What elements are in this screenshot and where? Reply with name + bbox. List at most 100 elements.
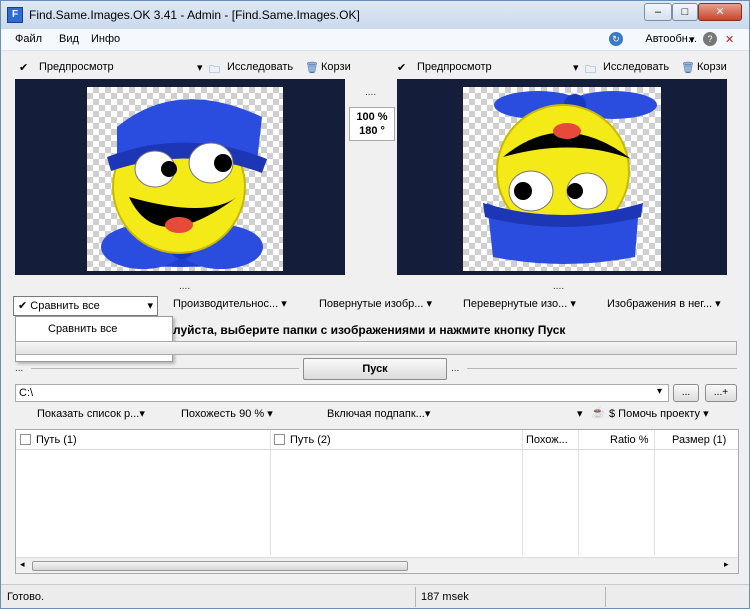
menu-info[interactable]: Инфо	[91, 33, 120, 45]
compare-all-check-icon: ✔	[18, 300, 28, 312]
select-all-path1-checkbox[interactable]	[20, 434, 31, 445]
right-splitter-dots[interactable]: ....	[553, 281, 564, 292]
start-left-dots: ...	[15, 363, 24, 374]
right-preview-image	[463, 87, 661, 271]
scrollbar-thumb[interactable]	[32, 561, 408, 571]
autoupdate-chevron-icon[interactable]: ▾	[689, 33, 695, 46]
instruction-message: луйста, выберите папки с изображениями и…	[173, 323, 566, 337]
help-project-dropdown[interactable]: $ Помочь проекту ▾	[609, 407, 709, 420]
mode-negative-label: Изображения в нег...	[607, 298, 713, 310]
start-right-dots: ...	[451, 363, 460, 374]
scroll-right-icon[interactable]: ▸	[724, 559, 729, 570]
menu-file[interactable]: Файл	[15, 33, 42, 45]
similarity-dropdown[interactable]: Похожесть 90 % ▾	[181, 407, 273, 420]
app-icon: F	[7, 7, 23, 23]
start-left-line	[31, 368, 299, 369]
column-similarity[interactable]: Похож...	[526, 434, 568, 446]
minimize-button[interactable]: –	[644, 3, 672, 21]
left-trash-button[interactable]: Корзи	[321, 61, 351, 73]
column-size1[interactable]: Размер (1)	[672, 434, 726, 446]
help-chevron-icon[interactable]: ▾	[577, 407, 583, 420]
browse-button[interactable]: ...	[673, 384, 699, 402]
table-header: Путь (1) Путь (2) Похож... Ratio % Разме…	[16, 430, 738, 450]
left-preview-panel	[15, 79, 345, 275]
compare-dots: ....	[365, 87, 377, 98]
compare-info-box: 100 % 180 °	[349, 107, 395, 141]
zoom-value: 100 %	[356, 111, 388, 123]
status-bar: Готово. 187 msek	[1, 584, 749, 608]
mode-options-row: Производительнос... ▾ Повернутые изобр..…	[173, 297, 739, 317]
title-bar: F Find.Same.Images.OK 3.41 - Admin - [Fi…	[1, 1, 749, 29]
path-input[interactable]: C:\	[15, 384, 669, 402]
smiley-hat-image	[101, 99, 267, 269]
compare-all-chevron-icon: ▾	[147, 300, 153, 312]
results-table[interactable]: Путь (1) Путь (2) Похож... Ratio % Разме…	[15, 429, 739, 574]
coffee-icon: ☕	[591, 407, 605, 419]
left-preview-toolbar: ✔ Предпросмотр ▾ 🗀 Исследовать 🗑 Корзи	[15, 57, 351, 79]
status-separator	[415, 587, 416, 607]
right-preview-chevron-icon[interactable]: ▾	[573, 61, 579, 74]
path-chevron-icon[interactable]: ▾	[657, 386, 662, 397]
left-preview-image	[87, 87, 283, 271]
menu-view[interactable]: Вид	[59, 33, 79, 45]
status-text: Готово.	[7, 591, 45, 603]
left-trash-icon: 🗑	[305, 62, 319, 74]
mode-performance-label: Производительнос...	[173, 298, 279, 310]
similarity-label: Похожесть 90 %	[181, 408, 265, 420]
start-button[interactable]: Пуск	[303, 358, 447, 380]
mode-performance[interactable]: Производительнос... ▾	[173, 297, 287, 310]
close-x-icon[interactable]: ✕	[725, 33, 734, 46]
window-title: Find.Same.Images.OK 3.41 - Admin - [Find…	[29, 8, 360, 22]
left-preview-chevron-icon[interactable]: ▾	[197, 61, 203, 74]
left-investigate-button[interactable]: Исследовать	[227, 61, 293, 73]
mode-flipped-label: Перевернутые изо...	[463, 298, 568, 310]
select-all-path2-checkbox[interactable]	[274, 434, 285, 445]
right-trash-button[interactable]: Корзи	[697, 61, 727, 73]
close-button[interactable]: ✕	[698, 3, 742, 21]
mode-negative[interactable]: Изображения в нег... ▾	[607, 297, 721, 310]
help-hat-icon[interactable]: ?	[703, 32, 717, 46]
column-path1[interactable]: Путь (1)	[36, 434, 77, 446]
compare-all-label: Сравнить все	[30, 300, 100, 312]
column-separator	[654, 430, 655, 555]
left-preview-label[interactable]: Предпросмотр	[39, 61, 114, 73]
column-separator	[270, 430, 271, 555]
menu-option-compare-all[interactable]: Сравнить все	[48, 323, 117, 335]
start-right-line	[467, 368, 737, 369]
rotation-value: 180 °	[359, 125, 385, 137]
scroll-left-icon[interactable]: ◂	[20, 559, 25, 570]
compare-all-dropdown[interactable]: ✔ Сравнить все ▾	[13, 296, 158, 316]
mode-rotated-label: Повернутые изобр...	[319, 298, 424, 310]
left-folder-icon: 🗀	[209, 64, 220, 76]
left-splitter-dots[interactable]: ....	[179, 281, 190, 292]
column-separator	[578, 430, 579, 555]
mode-rotated[interactable]: Повернутые изобр... ▾	[319, 297, 432, 310]
add-path-button[interactable]: ...+	[705, 384, 737, 402]
progress-bar	[15, 341, 737, 355]
smiley-rotated-image	[483, 91, 657, 264]
options-row: Показать список р...▾ Похожесть 90 % ▾ В…	[37, 406, 737, 424]
column-separator	[522, 430, 523, 555]
right-preview-toolbar: ✔ Предпросмотр ▾ 🗀 Исследовать 🗑 Корзи	[393, 57, 739, 79]
help-project-label: $ Помочь проекту	[609, 408, 701, 420]
mode-flipped[interactable]: Перевернутые изо... ▾	[463, 297, 576, 310]
left-preview-check-icon[interactable]: ✔	[19, 61, 28, 74]
right-folder-icon: 🗀	[585, 64, 596, 76]
update-icon[interactable]: ↻	[609, 32, 623, 46]
column-ratio[interactable]: Ratio %	[610, 434, 649, 446]
status-time: 187 msek	[421, 591, 469, 603]
subfolders-dropdown[interactable]: Включая подпапк...▾	[327, 407, 430, 420]
subfolders-label: Включая подпапк...	[327, 408, 425, 420]
right-preview-label[interactable]: Предпросмотр	[417, 61, 492, 73]
column-path2[interactable]: Путь (2)	[290, 434, 331, 446]
maximize-button[interactable]: □	[672, 3, 698, 21]
compare-mode-menu: Сравнить все Папка к Папке	[15, 316, 173, 362]
right-investigate-button[interactable]: Исследовать	[603, 61, 669, 73]
show-list-dropdown[interactable]: Показать список р...▾	[37, 407, 145, 420]
show-list-label: Показать список р...	[37, 408, 140, 420]
horizontal-scrollbar[interactable]: ◂ ▸	[16, 557, 738, 573]
menu-bar: Файл Вид Инфо ↻ Автообн... ▾ ? ✕	[1, 29, 749, 51]
application-window: F Find.Same.Images.OK 3.41 - Admin - [Fi…	[0, 0, 750, 609]
right-preview-check-icon[interactable]: ✔	[397, 61, 406, 74]
status-separator	[605, 587, 606, 607]
